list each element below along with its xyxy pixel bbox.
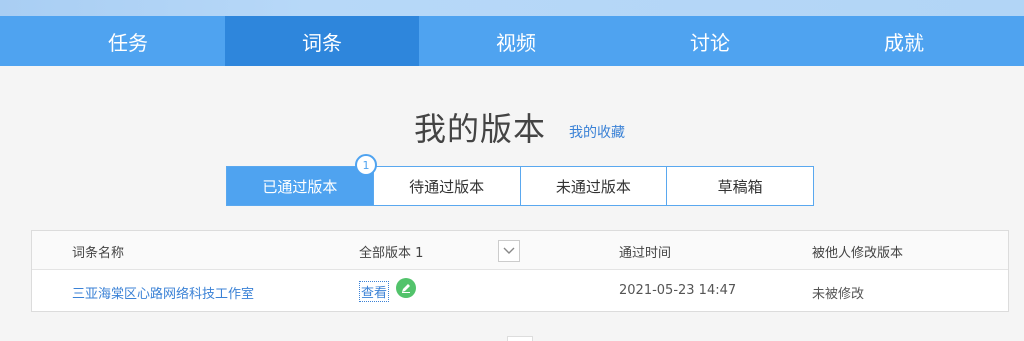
modified-status-cell: 未被修改 bbox=[812, 287, 865, 302]
versions-dropdown-button[interactable] bbox=[498, 240, 520, 262]
header-modified-by-others: 被他人修改版本 bbox=[812, 246, 904, 261]
tab-rejected[interactable]: 未通过版本 bbox=[521, 167, 668, 205]
version-tabs: 已通过版本 待通过版本 未通过版本 草稿箱 bbox=[226, 166, 814, 206]
passed-time-cell: 2021-05-23 14:47 bbox=[619, 283, 737, 298]
header-passed-time: 通过时间 bbox=[619, 246, 672, 261]
page-title: 我的版本 bbox=[414, 110, 547, 148]
pagination[interactable] bbox=[507, 336, 533, 341]
nav-item-entries[interactable]: 词条 bbox=[225, 16, 419, 66]
pencil-icon bbox=[402, 284, 410, 293]
entry-name-link[interactable]: 三亚海棠区心路网络科技工作室 bbox=[72, 283, 254, 302]
chevron-down-icon bbox=[503, 247, 515, 254]
title-row: 我的版本 我的收藏 bbox=[0, 100, 1024, 150]
nav-item-achievements[interactable]: 成就 bbox=[807, 16, 1001, 66]
versions-table: 词条名称 全部版本 1 通过时间 被他人修改版本 三亚海棠区心路网络科技工作室 … bbox=[31, 230, 1009, 312]
tab-passed[interactable]: 已通过版本 bbox=[227, 167, 374, 205]
edit-icon[interactable] bbox=[396, 278, 416, 298]
view-link[interactable]: 查看 bbox=[359, 281, 390, 302]
tab-drafts[interactable]: 草稿箱 bbox=[667, 167, 813, 205]
table-header: 词条名称 全部版本 1 通过时间 被他人修改版本 bbox=[32, 231, 1008, 270]
favorites-link[interactable]: 我的收藏 bbox=[569, 122, 625, 142]
header-name: 词条名称 bbox=[72, 246, 125, 261]
count-badge: 1 bbox=[355, 154, 377, 176]
top-banner-strip bbox=[0, 0, 1024, 16]
tab-pending[interactable]: 待通过版本 bbox=[374, 167, 521, 205]
main-nav: 任务 词条 视频 讨论 成就 bbox=[0, 16, 1024, 66]
nav-item-tasks[interactable]: 任务 bbox=[31, 16, 225, 66]
header-versions: 全部版本 1 bbox=[359, 246, 424, 261]
nav-item-discussions[interactable]: 讨论 bbox=[613, 16, 807, 66]
nav-item-videos[interactable]: 视频 bbox=[419, 16, 613, 66]
table-row: 三亚海棠区心路网络科技工作室 查看 2021-05-23 14:47 未被修改 bbox=[32, 271, 1008, 312]
